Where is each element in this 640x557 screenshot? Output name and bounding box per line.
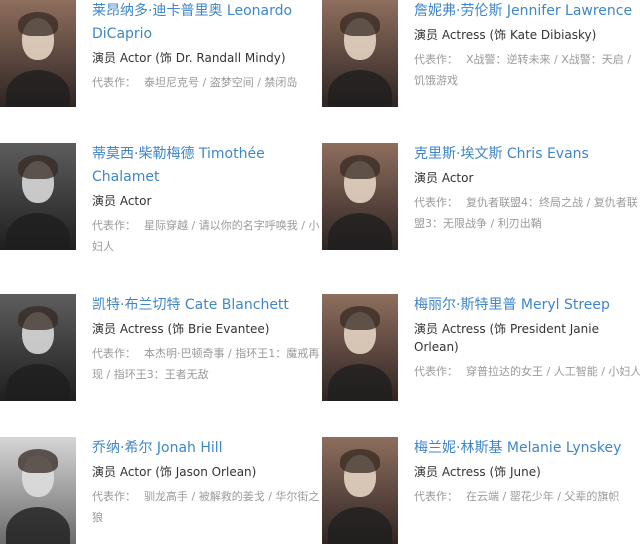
actor-photo[interactable] [322,437,398,544]
works-list: 在云端 / 罂花少年 / 父辈的旗帜 [466,490,620,503]
works-label: 代表作： [414,365,458,378]
representative-works: 代表作： 星际穿越 / 请以你的名字呼唤我 / 小妇人 [92,215,320,257]
works-label: 代表作： [92,219,136,232]
cast-card[interactable]: 蒂莫西·柴勒梅德 Timothée Chalamet 演员 Actor 代表作：… [0,143,320,263]
actor-role: 演员 Actress (饰 June) [414,465,541,479]
actor-role: 演员 Actress (饰 President Janie Orlean) [414,322,599,354]
cast-card[interactable]: 梅丽尔·斯特里普 Meryl Streep 演员 Actress (饰 Pres… [322,294,640,414]
actor-name-link[interactable]: 梅丽尔·斯特里普 Meryl Streep [414,294,640,317]
cast-grid: 莱昂纳多·迪卡普里奥 Leonardo DiCaprio 演员 Actor (饰… [0,0,640,548]
actor-name-link[interactable]: 莱昂纳多·迪卡普里奥 Leonardo DiCaprio [92,0,320,46]
cast-card[interactable]: 乔纳·希尔 Jonah Hill 演员 Actor (饰 Jason Orlea… [0,437,320,557]
works-label: 代表作： [414,53,458,66]
representative-works: 代表作： 穿普拉达的女王 / 人工智能 / 小妇人 [414,361,640,382]
works-label: 代表作： [92,347,136,360]
actor-role: 演员 Actor [92,194,152,208]
actor-name-link[interactable]: 克里斯·埃文斯 Chris Evans [414,143,640,166]
actor-photo[interactable] [322,143,398,250]
actor-role: 演员 Actress (饰 Kate Dibiasky) [414,28,597,42]
representative-works: 代表作： 复仇者联盟4：终局之战 / 复仇者联盟3：无限战争 / 利刃出鞘 [414,192,640,234]
actor-name-link[interactable]: 凯特·布兰切特 Cate Blanchett [92,294,320,317]
works-list: 泰坦尼克号 / 盗梦空间 / 禁闭岛 [144,76,298,89]
actor-role: 演员 Actress (饰 Brie Evantee) [92,322,270,336]
actor-role: 演员 Actor (饰 Dr. Randall Mindy) [92,51,286,65]
actor-role: 演员 Actor [414,171,474,185]
cast-card[interactable]: 凯特·布兰切特 Cate Blanchett 演员 Actress (饰 Bri… [0,294,320,414]
actor-photo[interactable] [0,143,76,250]
actor-photo[interactable] [0,0,76,107]
actor-photo[interactable] [322,0,398,107]
actor-photo[interactable] [0,437,76,544]
works-list: 穿普拉达的女王 / 人工智能 / 小妇人 [466,365,640,378]
actor-name-link[interactable]: 梅兰妮·林斯基 Melanie Lynskey [414,437,640,460]
cast-card[interactable]: 梅兰妮·林斯基 Melanie Lynskey 演员 Actress (饰 Ju… [322,437,640,557]
cast-card[interactable]: 莱昂纳多·迪卡普里奥 Leonardo DiCaprio 演员 Actor (饰… [0,0,320,120]
representative-works: 代表作： 驯龙高手 / 被解救的姜戈 / 华尔街之狼 [92,486,320,528]
actor-name-link[interactable]: 蒂莫西·柴勒梅德 Timothée Chalamet [92,143,320,189]
cast-card[interactable]: 詹妮弗·劳伦斯 Jennifer Lawrence 演员 Actress (饰 … [322,0,640,120]
actor-name-link[interactable]: 詹妮弗·劳伦斯 Jennifer Lawrence [414,0,640,23]
cast-card[interactable]: 克里斯·埃文斯 Chris Evans 演员 Actor 代表作： 复仇者联盟4：… [322,143,640,263]
actor-role: 演员 Actor (饰 Jason Orlean) [92,465,257,479]
representative-works: 代表作： 本杰明·巴顿奇事 / 指环王1：魔戒再现 / 指环王3：王者无敌 [92,343,320,385]
representative-works: 代表作： X战警：逆转未来 / X战警：天启 / 饥饿游戏 [414,49,640,91]
representative-works: 代表作： 在云端 / 罂花少年 / 父辈的旗帜 [414,486,640,507]
works-label: 代表作： [414,196,458,209]
actor-photo[interactable] [0,294,76,401]
actor-name-link[interactable]: 乔纳·希尔 Jonah Hill [92,437,320,460]
actor-photo[interactable] [322,294,398,401]
works-label: 代表作： [92,76,136,89]
representative-works: 代表作： 泰坦尼克号 / 盗梦空间 / 禁闭岛 [92,72,320,93]
works-label: 代表作： [92,490,136,503]
works-label: 代表作： [414,490,458,503]
